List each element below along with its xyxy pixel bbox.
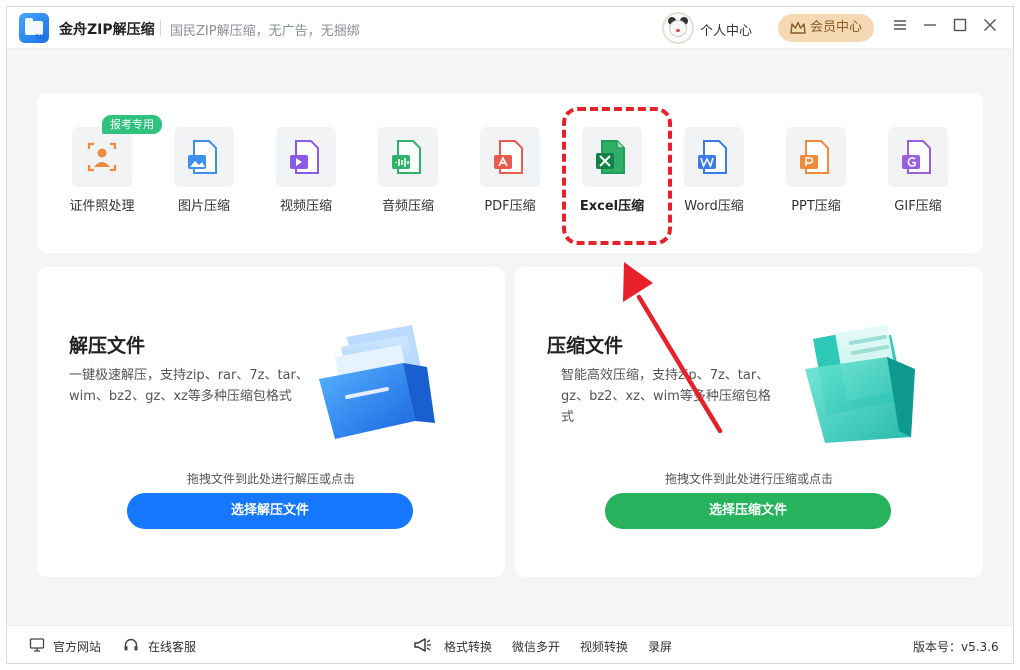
app-window: ZIP 金舟ZIP解压缩 国民ZIP解压缩，无广告，无捆绑 个人中心 会员中心 bbox=[6, 6, 1014, 664]
red-arrow-annotation bbox=[623, 262, 723, 434]
